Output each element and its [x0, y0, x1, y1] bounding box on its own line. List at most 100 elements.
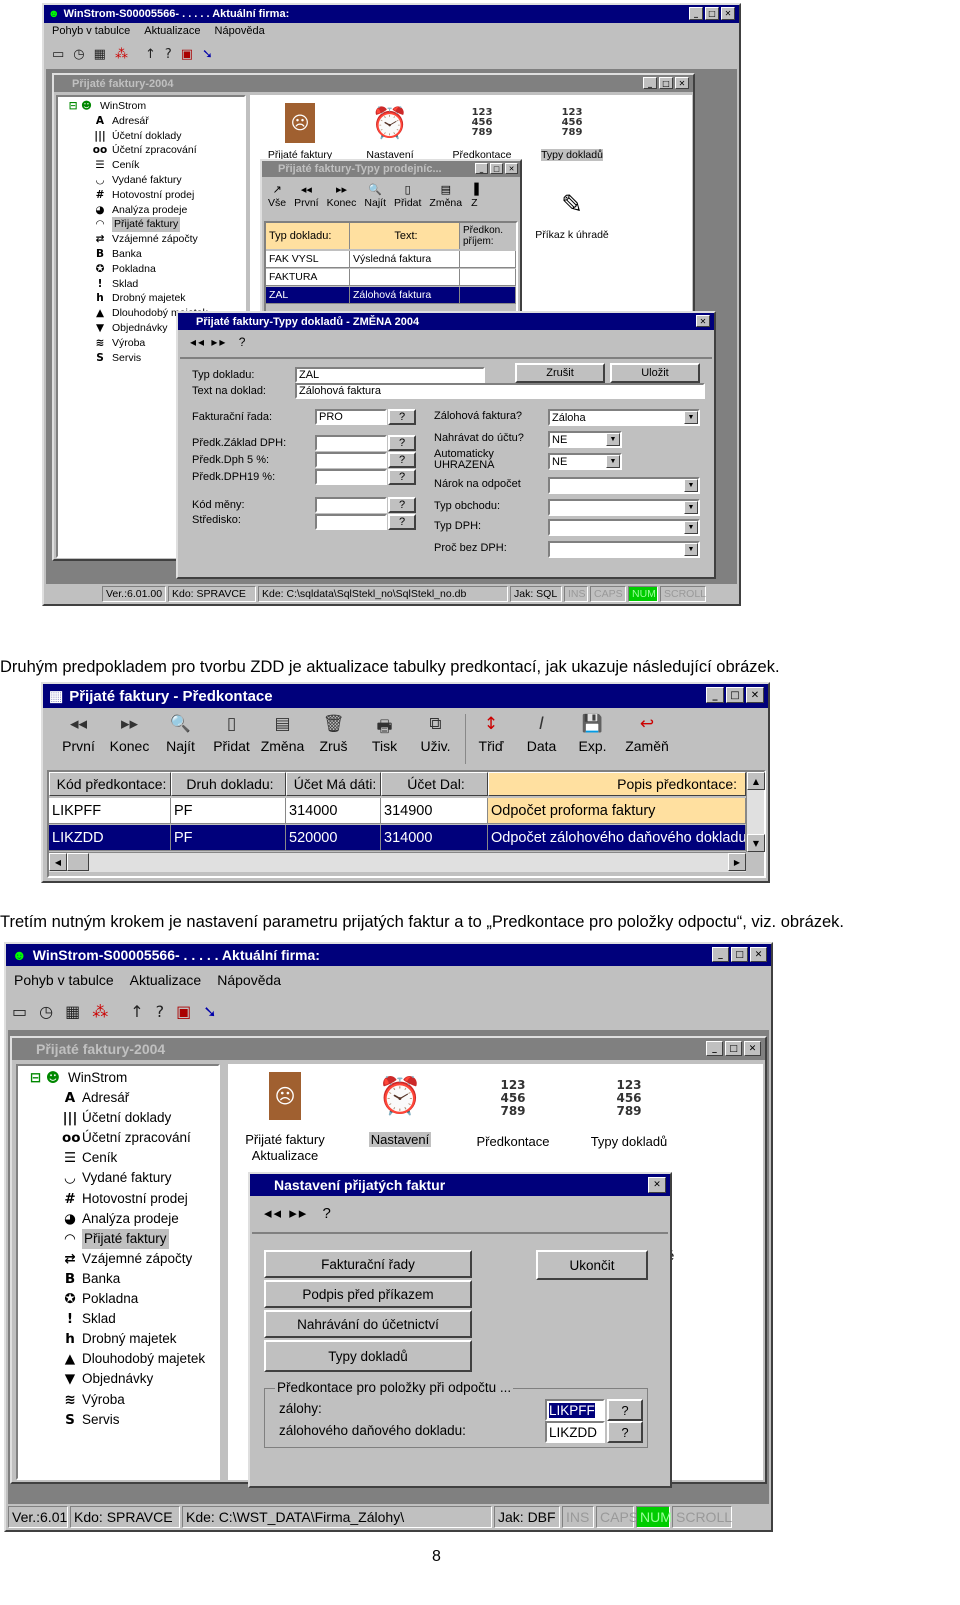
right-combo[interactable]: NE ▼ [548, 453, 622, 470]
minimize-button[interactable]: _ [712, 947, 729, 962]
help-icon[interactable]: ? [322, 1205, 332, 1222]
tree-item[interactable]: A Adresář [24, 1088, 205, 1108]
minimize-button[interactable]: _ [706, 1041, 723, 1056]
arrow-up-icon[interactable]: ↑ [145, 47, 156, 62]
column-header[interactable]: Druh dokladu: [171, 772, 286, 796]
header-typ[interactable]: Typ dokladu: [266, 223, 350, 249]
grid-cell[interactable]: ZAL [266, 287, 350, 304]
grid-cell[interactable]: FAK VYSL [266, 251, 350, 268]
tool-2[interactable]: 🔍 Najít [155, 714, 206, 764]
tool-2[interactable]: ▸▸ Konec [327, 183, 357, 209]
tool-0[interactable]: ◂◂ První [53, 714, 104, 764]
table-cell[interactable]: 314000 [381, 825, 488, 851]
ulozit-button[interactable]: Uložit [610, 363, 700, 383]
nastaveni-icon[interactable]: ⏰ Nastavení [350, 1066, 450, 1147]
tool-7[interactable]: ⧉ Uživ. [410, 714, 461, 764]
tree-item[interactable]: ⊟ ☻ WinStrom [24, 1068, 205, 1088]
grid-cell[interactable] [350, 269, 460, 286]
tool-4[interactable]: ▤ Změna [257, 714, 308, 764]
podpis-button[interactable]: Podpis před příkazem [264, 1280, 472, 1308]
tool-6[interactable]: ▐ Z [470, 183, 478, 209]
chevron-down-icon[interactable]: ▼ [684, 543, 698, 556]
scroll-left-icon[interactable]: ◀ [49, 853, 67, 871]
calculator-icon[interactable]: ▦ [94, 47, 106, 62]
typy-dokladu-icon[interactable]: 123 456 789 Typy dokladů [574, 1066, 684, 1149]
close-button[interactable]: ✕ [721, 7, 735, 20]
tree-item[interactable]: ▲ Dlouhodobý majetek [24, 1349, 205, 1369]
prikaz-icon[interactable]: ✎ Příkaz k úhradě [522, 187, 622, 241]
tree-item[interactable]: ⇄ Vzájemné zápočty [62, 232, 208, 247]
tree-item[interactable]: ◡ Vydané faktury [24, 1168, 205, 1188]
header-text[interactable]: Text: [350, 223, 460, 249]
help-icon[interactable]: ? [156, 1002, 165, 1021]
predk-lookup-button[interactable]: ? [388, 469, 416, 485]
prev-icon[interactable]: ◂◂ [264, 1205, 283, 1222]
vscrollbar[interactable]: ▲ ▼ [746, 772, 765, 852]
menu-pohyb[interactable]: Pohyb v tabulce [14, 972, 114, 988]
close-button[interactable]: ✕ [744, 1041, 761, 1056]
close-button[interactable]: ✕ [746, 687, 764, 703]
chevron-down-icon[interactable]: ▼ [684, 521, 698, 534]
grid-cell[interactable]: Zálohová faktura [350, 287, 460, 304]
column-header[interactable]: Kód předkontace: [49, 772, 171, 796]
tool-4[interactable]: ▯ Přidat [394, 183, 421, 209]
close-button[interactable]: ✕ [675, 77, 689, 89]
arrow-up-icon[interactable]: ↑ [130, 1002, 143, 1021]
minimize-button[interactable]: _ [643, 77, 657, 89]
minimize-button[interactable]: _ [689, 7, 703, 20]
tree-item[interactable]: ◡ Vydané faktury [62, 173, 208, 188]
help-icon[interactable]: ? [165, 47, 172, 62]
grid-cell[interactable] [460, 269, 516, 286]
scroll-thumb[interactable] [67, 853, 89, 871]
tree-item[interactable]: ⇄ Vzájemné zápočty [24, 1249, 205, 1269]
tree-item[interactable]: ☰ Ceník [62, 158, 208, 173]
tree-item[interactable]: h Drobný majetek [24, 1329, 205, 1349]
prev-icon[interactable]: ◂◂ [190, 335, 206, 349]
right-combo[interactable]: ▼ [548, 477, 700, 494]
maximize-button[interactable]: □ [490, 163, 503, 174]
menu-aktualizace[interactable]: Aktualizace [144, 25, 200, 37]
tool-5[interactable]: ▤ Změna [429, 183, 462, 209]
close-button[interactable]: ✕ [696, 315, 710, 327]
tree-item[interactable]: ! Sklad [62, 277, 208, 292]
scroll-down-icon[interactable]: ▼ [747, 834, 765, 852]
chevron-down-icon[interactable]: ▼ [606, 455, 620, 468]
grid-cell[interactable] [460, 287, 516, 304]
hscrollbar[interactable]: ◀ ▶ [49, 852, 746, 872]
open-icon[interactable]: ▭ [12, 1002, 27, 1021]
rada-field[interactable]: PRO [315, 409, 387, 425]
table-cell[interactable]: 314000 [286, 798, 381, 824]
pin-icon[interactable]: ➘ [203, 1002, 216, 1021]
menu-pohyb[interactable]: Pohyb v tabulce [52, 25, 130, 37]
tool-3[interactable]: ▯ Přidat [206, 714, 257, 764]
right-combo[interactable]: ▼ [548, 499, 700, 516]
table-cell[interactable]: 314900 [381, 798, 488, 824]
tree-item[interactable]: ||| Účetní doklady [24, 1108, 205, 1128]
nastaveni-icon[interactable]: ⏰ Nastavení [350, 97, 430, 162]
maximize-button[interactable]: □ [705, 7, 719, 20]
printer-icon[interactable]: ▣ [181, 47, 193, 62]
scroll-right-icon[interactable]: ▶ [728, 853, 746, 871]
tree-item[interactable]: ◕ Analýza prodeje [24, 1209, 205, 1229]
tool-11[interactable]: ↩ Zaměň [618, 714, 676, 764]
prijate-faktury-icon[interactable]: ☹ Přijaté faktury [260, 97, 340, 161]
kod-field[interactable] [315, 497, 387, 513]
close-button[interactable]: ✕ [505, 163, 518, 174]
predk-lookup-button[interactable]: ? [388, 435, 416, 451]
help-icon[interactable]: ? [239, 335, 248, 349]
tree-item[interactable]: ◠ Přijaté faktury [62, 217, 208, 233]
fakturacni-rady-button[interactable]: Fakturační řady [264, 1250, 472, 1278]
tree-item[interactable]: h Drobný majetek [62, 291, 208, 306]
tree-item[interactable]: S Servis [24, 1410, 205, 1430]
tool-1[interactable]: ◂◂ První [294, 183, 319, 209]
tool-10[interactable]: 💾 Exp. [567, 714, 618, 764]
calculator-icon[interactable]: ▦ [65, 1002, 80, 1021]
predkontace-icon[interactable]: 123 456 789 Předkontace [442, 97, 522, 162]
close-button[interactable]: ✕ [648, 1177, 666, 1193]
kod-lookup-button[interactable]: ? [388, 497, 416, 513]
printer-icon[interactable]: ▣ [176, 1002, 191, 1021]
minimize-button[interactable]: _ [475, 163, 488, 174]
chevron-down-icon[interactable]: ▼ [684, 479, 698, 492]
close-button[interactable]: ✕ [750, 947, 767, 962]
tree-icon[interactable]: ⁂ [115, 47, 128, 62]
